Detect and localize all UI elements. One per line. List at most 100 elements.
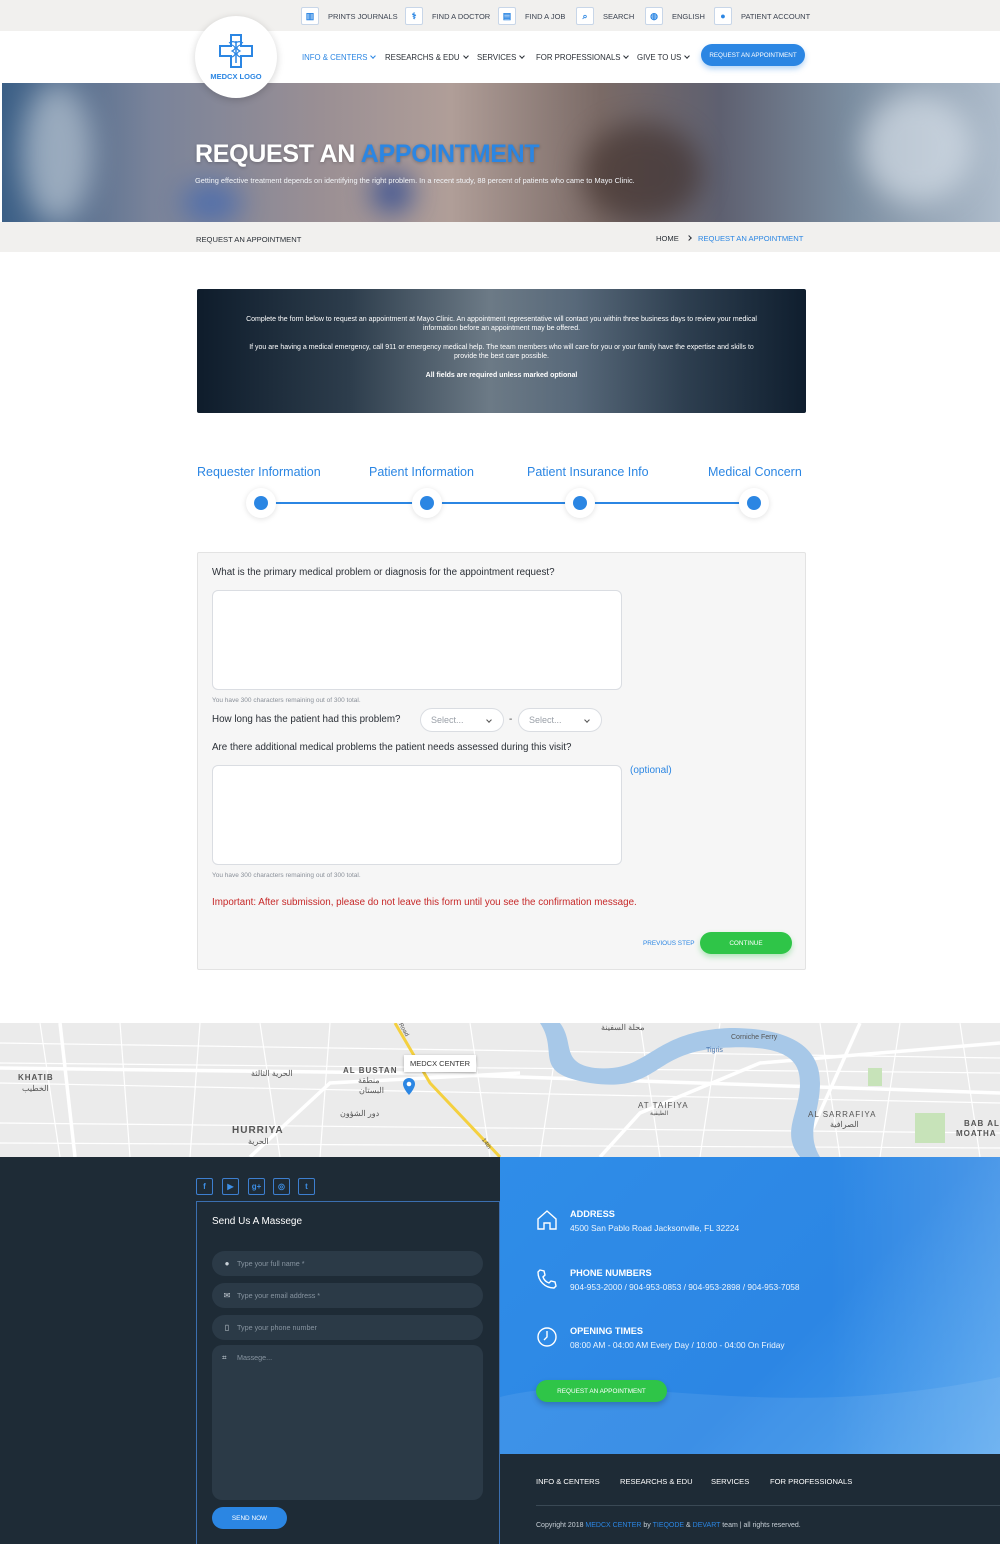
- hours-value: 08:00 AM - 04:00 AM Every Day / 10:00 - …: [570, 1340, 785, 1350]
- message-textarea[interactable]: ⌗ Massege...: [212, 1345, 483, 1500]
- intro-paragraph: If you are having a medical emergency, c…: [249, 344, 754, 360]
- breadcrumb-bar: [0, 222, 1000, 252]
- step-label-medical[interactable]: Medical Concern: [708, 465, 802, 479]
- question-duration: How long has the patient had this proble…: [212, 714, 401, 725]
- clock-icon: [537, 1327, 557, 1347]
- chevron-down-icon: [684, 53, 691, 59]
- required-note: All fields are required unless marked op…: [425, 372, 578, 379]
- primary-problem-textarea[interactable]: [212, 590, 622, 690]
- question-primary-problem: What is the primary medical problem or d…: [212, 567, 555, 578]
- important-warning: Important: After submission, please do n…: [212, 897, 637, 908]
- facebook-icon[interactable]: f: [196, 1178, 213, 1195]
- send-now-button[interactable]: SEND NOW: [212, 1507, 287, 1529]
- phone-icon: ▯: [224, 1323, 230, 1332]
- patient-account-link[interactable]: ● PATIENT ACCOUNT: [714, 7, 810, 25]
- step-dot[interactable]: [412, 488, 442, 518]
- location-map[interactable]: KHATIB الخطيب AL BUSTAN منطقة البستان HU…: [0, 1023, 1000, 1157]
- chevron-down-icon: [486, 717, 492, 723]
- doctor-icon: ⚕: [405, 7, 423, 25]
- full-name-input[interactable]: ● Type your full name *: [212, 1251, 483, 1276]
- step-dot-fill: [420, 496, 434, 510]
- instagram-icon[interactable]: ◎: [273, 1178, 290, 1195]
- footer-nav-for-professionals[interactable]: FOR PROFESSIONALS: [770, 1477, 852, 1486]
- footer-divider: [536, 1505, 1000, 1506]
- user-icon: ●: [714, 7, 732, 25]
- hero-blur-shape: [22, 83, 92, 222]
- step-label-insurance[interactable]: Patient Insurance Info: [527, 465, 649, 479]
- footer-nav-info-centers[interactable]: INFO & CENTERS: [536, 1477, 600, 1486]
- map-roads: [0, 1023, 1000, 1157]
- phone-icon: [537, 1269, 557, 1289]
- previous-step-link[interactable]: PREVIOUS STEP: [643, 940, 695, 947]
- duration-amount-select[interactable]: Select...: [420, 708, 504, 732]
- hours-title: OPENING TIMES: [570, 1326, 643, 1336]
- nav-for-professionals[interactable]: FOR PROFESSIONALS: [536, 53, 630, 62]
- email-input[interactable]: ✉ Type your email address *: [212, 1283, 483, 1308]
- address-value: 4500 San Pablo Road Jacksonville, FL 322…: [570, 1223, 740, 1233]
- map-marker-label: MEDCX CENTER: [404, 1055, 477, 1072]
- chevron-down-icon: [519, 53, 526, 59]
- crop-icon: ⌗: [222, 1353, 227, 1362]
- find-job-link[interactable]: ▤ FIND A JOB: [498, 7, 565, 25]
- prints-journals-link[interactable]: ▥ PRINTS JOURNALS: [301, 7, 398, 25]
- hero-blur-shape: [182, 183, 242, 222]
- caduceus-cross-icon: [219, 34, 253, 68]
- step-label-requester[interactable]: Requester Information: [197, 465, 321, 479]
- footer-bottom-bar: [500, 1454, 1000, 1544]
- page-title: REQUEST AN APPOINTMENT: [195, 140, 540, 168]
- chevron-down-icon: [462, 53, 469, 59]
- address-title: ADDRESS: [570, 1209, 615, 1219]
- hero-blur-shape: [582, 123, 702, 222]
- hero-blur-shape: [862, 93, 972, 203]
- footer-request-appointment-button[interactable]: REQUEST AN APPOINTMENT: [536, 1380, 667, 1402]
- duration-unit-select[interactable]: Select...: [518, 708, 602, 732]
- google-plus-icon[interactable]: g+: [248, 1178, 265, 1195]
- additional-problems-textarea[interactable]: [212, 765, 622, 865]
- step-dot[interactable]: [246, 488, 276, 518]
- twitter-icon[interactable]: t: [298, 1178, 315, 1195]
- footer-contact-info: [500, 1157, 1000, 1454]
- phones-value: 904-953-2000 / 904-953-0853 / 904-953-28…: [570, 1282, 800, 1292]
- breadcrumb-current: REQUEST AN APPOINTMENT: [698, 234, 804, 243]
- question-additional-problems: Are there additional medical problems th…: [212, 742, 572, 753]
- step-dot-fill: [254, 496, 268, 510]
- user-icon: ●: [224, 1259, 230, 1268]
- site-logo[interactable]: MEDCX LOGO: [195, 16, 277, 98]
- envelope-icon: ✉: [223, 1291, 231, 1300]
- phone-input[interactable]: ▯ Type your phone number: [212, 1315, 483, 1340]
- form-intro-box: Complete the form below to request an ap…: [197, 289, 806, 413]
- breadcrumb-home-link[interactable]: HOME: [656, 234, 679, 243]
- nav-services[interactable]: SERVICES: [477, 53, 526, 62]
- find-doctor-link[interactable]: ⚕ FIND A DOCTOR: [405, 7, 490, 25]
- optional-label: (optional): [630, 765, 672, 776]
- select-separator: -: [509, 714, 513, 725]
- char-counter: You have 300 characters remaining out of…: [212, 872, 361, 879]
- chevron-down-icon: [370, 53, 377, 59]
- step-dot-fill: [747, 496, 761, 510]
- step-dot[interactable]: [739, 488, 769, 518]
- nav-researchs-edu[interactable]: RESEARCHS & EDU: [385, 53, 469, 62]
- language-selector[interactable]: ◍ ENGLISH: [645, 7, 705, 25]
- nav-give-to-us[interactable]: GIVE TO US: [637, 53, 691, 62]
- chevron-down-icon: [623, 53, 630, 59]
- footer-nav-researchs-edu[interactable]: RESEARCHS & EDU: [620, 1477, 693, 1486]
- step-dot[interactable]: [565, 488, 595, 518]
- search-icon: ⌕: [576, 7, 594, 25]
- doctor-photo-overlay: [830, 1157, 1000, 1454]
- home-icon: [537, 1210, 557, 1230]
- globe-icon: ◍: [645, 7, 663, 25]
- footer-nav-services[interactable]: SERVICES: [711, 1477, 749, 1486]
- youtube-icon[interactable]: ▶: [222, 1178, 239, 1195]
- nav-info-centers[interactable]: INFO & CENTERS: [302, 53, 377, 62]
- step-label-patient[interactable]: Patient Information: [369, 465, 474, 479]
- step-dot-fill: [573, 496, 587, 510]
- message-form-title: Send Us A Massege: [212, 1216, 303, 1227]
- char-counter: You have 300 characters remaining out of…: [212, 697, 361, 704]
- search-link[interactable]: ⌕ SEARCH: [576, 7, 634, 25]
- request-appointment-button[interactable]: REQUEST AN APPOINTMENT: [701, 44, 805, 66]
- location-pin-icon[interactable]: [403, 1078, 415, 1095]
- breadcrumb-page-name: REQUEST AN APPOINTMENT: [196, 235, 302, 244]
- continue-button[interactable]: CONTINUE: [700, 932, 792, 954]
- journal-icon: ▥: [301, 7, 319, 25]
- document-icon: ▤: [498, 7, 516, 25]
